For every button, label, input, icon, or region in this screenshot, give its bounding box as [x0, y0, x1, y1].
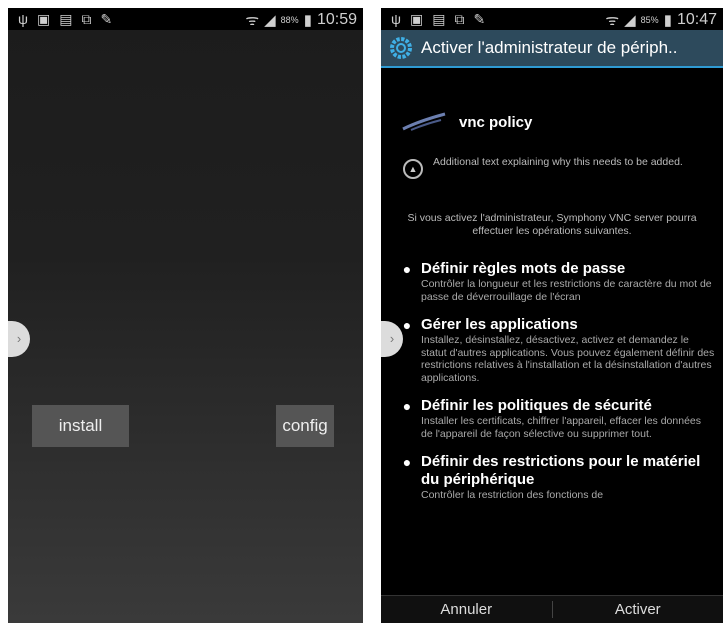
permission-title: Gérer les applications	[421, 316, 578, 333]
expand-up-icon[interactable]: ▲	[403, 159, 423, 179]
activate-button[interactable]: Activer	[553, 596, 724, 623]
bullet-icon: ●	[402, 261, 412, 277]
list-item: ● Gérer les applications Installez, dési…	[393, 316, 715, 384]
image-icon: ▤	[59, 11, 73, 27]
battery-icon: ▮	[663, 12, 672, 29]
explanation-note: ▲ Additional text explaining why this ne…	[403, 156, 711, 179]
right-phone-screen: ψ ▣ ▤ ⧉ ✎ ᯤ ◢ 85% ▮ 10:47 Activer l'admi…	[381, 8, 723, 623]
permission-list: ● Définir règles mots de passe Contrôler…	[393, 260, 715, 515]
permission-description: Installer les certificats, chiffrer l'ap…	[421, 415, 702, 440]
sd-card-icon: ▣	[36, 11, 51, 27]
permission-title: Définir règles mots de passe	[421, 260, 626, 277]
status-time: 10:59	[316, 11, 357, 28]
dialog-title: Activer l'administrateur de périph..	[421, 38, 678, 57]
side-panel-handle[interactable]: ›	[8, 321, 30, 357]
wifi-icon: ᯤ	[245, 12, 260, 29]
app-header: vnc policy	[401, 112, 532, 132]
permission-title: Définir les politiques de sécurité	[421, 397, 652, 414]
sd-card-icon: ▣	[409, 11, 424, 27]
notification-icons: ψ ▣ ▤ ⧉ ✎	[18, 11, 112, 28]
permission-title: Définir des restrictions pour le matérie…	[421, 453, 701, 488]
signal-icon: ◢	[264, 12, 276, 29]
wifi-icon: ᯤ	[605, 12, 620, 29]
permission-description: Contrôler la longueur et les restriction…	[421, 278, 712, 303]
note-text: Additional text explaining why this need…	[433, 156, 683, 168]
battery-icon: ▮	[303, 12, 312, 29]
bullet-icon: ●	[402, 454, 412, 470]
permission-description: Contrôler la restriction des fonctions d…	[421, 489, 604, 501]
dialog-title-bar: Activer l'administrateur de périph..	[381, 30, 723, 68]
battery-percent: 85%	[640, 15, 659, 25]
image-icon: ▤	[432, 11, 446, 27]
list-item: ● Définir les politiques de sécurité Ins…	[393, 397, 715, 440]
list-item: ● Définir des restrictions pour le matér…	[393, 453, 715, 502]
pen-icon: ✎	[473, 11, 486, 27]
cancel-button[interactable]: Annuler	[381, 596, 552, 623]
app-logo-icon	[402, 112, 446, 131]
left-phone-screen: ψ ▣ ▤ ⧉ ✎ ᯤ ◢ 88% ▮ 10:59 › install conf…	[8, 8, 363, 623]
usb-icon: ψ	[391, 11, 401, 27]
status-bar: ψ ▣ ▤ ⧉ ✎ ᯤ ◢ 85% ▮ 10:47	[381, 8, 723, 30]
usb-icon: ψ	[18, 11, 28, 27]
intro-text: Si vous activez l'administrateur, Sympho…	[407, 212, 697, 237]
status-time: 10:47	[676, 11, 717, 28]
list-item: ● Définir règles mots de passe Contrôler…	[393, 260, 715, 303]
permission-description: Installez, désinstallez, désactivez, act…	[421, 334, 715, 384]
dialog-button-bar: Annuler Activer	[381, 595, 723, 623]
screenshot-icon: ⧉	[81, 11, 92, 27]
screenshot-icon: ⧉	[454, 11, 465, 27]
status-bar: ψ ▣ ▤ ⧉ ✎ ᯤ ◢ 88% ▮ 10:59	[8, 8, 363, 30]
notification-icons: ψ ▣ ▤ ⧉ ✎	[391, 11, 485, 28]
config-button[interactable]: config	[276, 405, 334, 447]
app-name: vnc policy	[459, 113, 533, 131]
signal-icon: ◢	[624, 12, 636, 29]
install-button[interactable]: install	[32, 405, 129, 447]
pen-icon: ✎	[100, 11, 113, 27]
battery-percent: 88%	[280, 15, 299, 25]
settings-gear-icon	[390, 37, 412, 59]
bullet-icon: ●	[402, 398, 412, 414]
